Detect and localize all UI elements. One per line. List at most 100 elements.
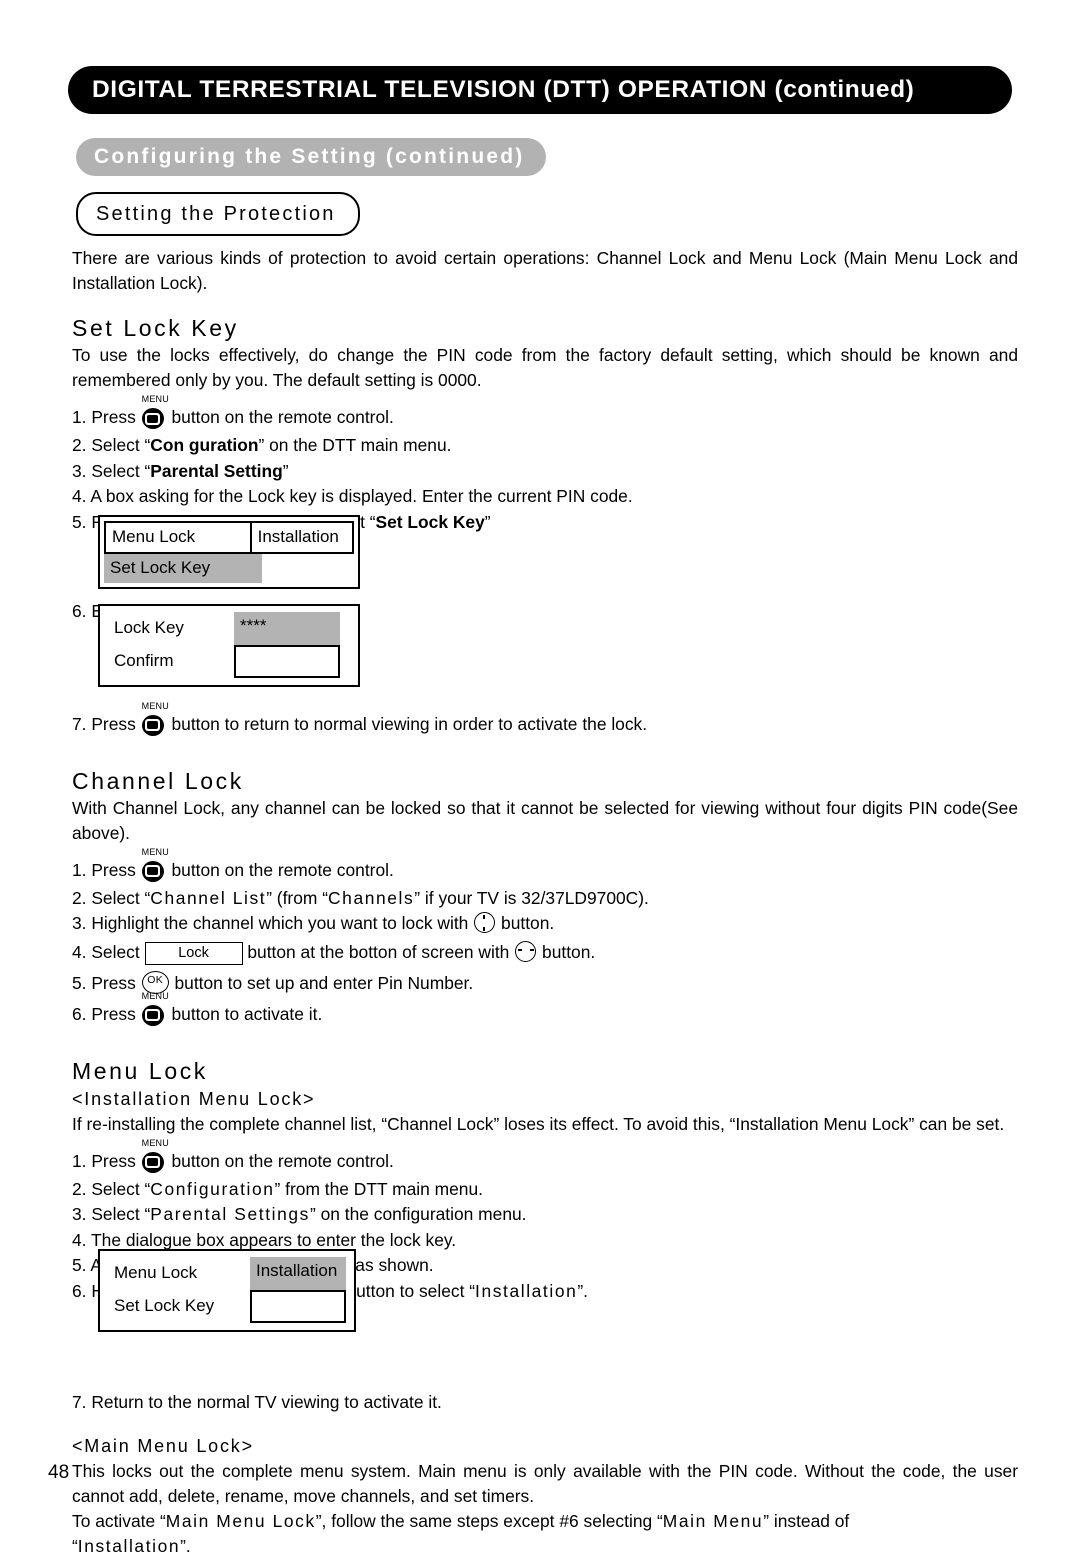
menu-icon-label: MENU <box>141 700 169 711</box>
section-title-banner: Configuring the Setting (continued) <box>76 138 547 176</box>
step-cl-4-pre: 4. Select <box>72 941 140 962</box>
dialog-field-confirm[interactable] <box>234 645 340 678</box>
heading-channel-lock: Channel Lock <box>72 767 244 794</box>
step-cl-5: 5. Press OK button to set up and enter P… <box>72 968 1018 999</box>
dialog-label-set-lock-key: Set Lock Key <box>114 1296 215 1315</box>
step-cl-2-pre: 2. Select “ <box>72 887 151 908</box>
step-slk-2-post: ” on the DTT main menu. <box>258 435 452 455</box>
menu-button-icon: MENU <box>141 395 169 429</box>
page-title-banner: DIGITAL TERRESTRIAL TELEVISION (DTT) OPE… <box>68 66 1012 114</box>
dialog-label-confirm: Confirm <box>114 651 174 670</box>
channel-lock-steps: 1. Press MENU button on the remote contr… <box>72 847 1018 1030</box>
step-slk-7: 7. Press MENU button to return to normal… <box>72 701 1018 740</box>
step-cl-4-mid: button at the botton of screen with <box>247 941 510 962</box>
intro-paragraph: There are various kinds of protection to… <box>72 248 1018 293</box>
dialog-cell-menu-lock-label[interactable]: Menu Lock <box>104 521 252 554</box>
menu-lock-intro: If re-installing the complete channel li… <box>72 1113 1005 1134</box>
page-title: DIGITAL TERRESTRIAL TELEVISION (DTT) OPE… <box>92 76 915 103</box>
menu-button-icon: MENU <box>141 1138 169 1173</box>
step-cl-6: 6. Press MENU button to activate it. <box>72 991 1018 1030</box>
step-slk-2-bold: Con guration <box>150 435 259 455</box>
step-ml-6-term-2: Installation <box>475 1280 578 1301</box>
step-cl-4: 4. Select Lock button at the botton of s… <box>72 937 1018 968</box>
step-ml-6-post: ”. <box>577 1280 588 1301</box>
dialog-set-lock-key: Menu Lock Installation Set Lock Key <box>98 515 360 589</box>
main-menu-lock-paragraph: This locks out the complete menu system.… <box>72 1460 1018 1506</box>
step-slk-5-bold: Set Lock Key <box>375 511 485 532</box>
step-cl-3-pre: 3. Highlight the channel which you want … <box>72 913 469 933</box>
step-slk-3-pre: 3. Select “ <box>72 460 151 481</box>
step-slk-3-bold: Parental Setting <box>150 460 283 481</box>
step-cl-1-post: button on the remote control. <box>171 859 394 880</box>
heading-menu-lock: Menu Lock <box>72 1057 208 1084</box>
dialog-menu-lock: Menu Lock Installation Set Lock Key <box>98 1249 356 1332</box>
step-slk-4: 4. A box asking for the Lock key is disp… <box>72 486 633 506</box>
dialog-label-menu-lock: Menu Lock <box>114 1263 198 1282</box>
dialog-cell-set-lock-key-label[interactable]: Set Lock Key <box>104 554 262 583</box>
step-ml-2-pre: 2. Select “ <box>72 1178 151 1199</box>
step-ml-2-post: ” from the DTT main menu. <box>274 1178 483 1199</box>
set-lock-key-intro: To use the locks effectively, do change … <box>72 345 1018 390</box>
step-ml-3-pre: 3. Select “ <box>72 1204 151 1224</box>
document-page: DIGITAL TERRESTRIAL TELEVISION (DTT) OPE… <box>0 0 1080 1556</box>
step-ml-2-term: Configuration <box>150 1178 275 1199</box>
step-cl-1: 1. Press MENU button on the remote contr… <box>72 847 1018 886</box>
step-ml-2: 2. Select “Configuration” from the DTT m… <box>72 1177 1018 1203</box>
dialog-cell-installation-value[interactable]: Installation <box>251 521 354 554</box>
section-title: Configuring the Setting (continued) <box>94 145 525 168</box>
main-menu-lock-activate-line-2: “Installation”. <box>72 1534 1018 1560</box>
dialog-row-set-lock-key: Set Lock Key <box>108 1290 348 1323</box>
left-right-arrow-icon <box>515 940 537 962</box>
step-ml-1-pre: 1. Press <box>72 1150 136 1171</box>
step-slk-7-post: button to return to normal viewing in or… <box>171 713 648 734</box>
menu-icon-label: MENU <box>141 846 169 857</box>
menu-button-icon: MENU <box>141 701 169 736</box>
step-ml-3: 3. Select “Parental Settings” on the con… <box>72 1202 1018 1228</box>
step-ml-3-term: Parental Settings <box>150 1204 310 1224</box>
ok-icon-label: OK <box>147 974 164 986</box>
dialog-row-confirm: Confirm <box>108 645 352 678</box>
step-cl-3: 3. Highlight the channel which you want … <box>72 911 1018 937</box>
step-slk-1-post: button on the remote control. <box>171 407 394 427</box>
subsection-title-banner: Setting the Protection <box>76 192 360 236</box>
dialog-field-installation[interactable]: Installation <box>250 1257 346 1290</box>
step-slk-2: 2. Select “Con guration” on the DTT main… <box>72 433 1018 459</box>
dialog-row-lock-key: Lock Key **** <box>108 612 352 645</box>
step-slk-7-pre: 7. Press <box>72 713 136 734</box>
menu-button-icon: MENU <box>141 991 169 1026</box>
dialog-label-lock-key: Lock Key <box>114 618 184 637</box>
step-slk-5-post: ” <box>484 511 491 532</box>
step-slk-1: 1. Press MENU button on the remote contr… <box>72 395 1018 433</box>
step-cl-5-post: button to set up and enter Pin Number. <box>174 972 474 993</box>
step-cl-2: 2. Select “Channel List” (from “Channels… <box>72 886 1018 912</box>
dialog-field-set-lock-key[interactable] <box>250 1290 346 1323</box>
page-number: 48 <box>48 1462 70 1483</box>
step-slk-1-pre: 1. Press <box>72 407 136 427</box>
step-cl-6-pre: 6. Press <box>72 1003 136 1024</box>
subsection-title: Setting the Protection <box>96 202 336 225</box>
subheading-main-menu-lock: <Main Menu Lock> <box>72 1435 254 1456</box>
step-cl-1-pre: 1. Press <box>72 859 136 880</box>
lock-button[interactable]: Lock <box>144 941 243 965</box>
dialog-row-set-lock-key: Set Lock Key <box>104 554 354 583</box>
step-cl-3-post: button. <box>501 913 555 933</box>
menu-icon-label: MENU <box>141 990 169 1001</box>
step-slk-3: 3. Select “Parental Setting” <box>72 459 1018 485</box>
step-slk-2-pre: 2. Select “ <box>72 435 151 455</box>
step-cl-2-post: ” if your TV is 32/37LD9700C). <box>414 887 649 908</box>
step-ml-1-post: button on the remote control. <box>171 1150 394 1171</box>
dialog-row-menu-lock: Menu Lock Installation <box>108 1257 348 1290</box>
dialog-lock-key: Lock Key **** Confirm <box>98 604 360 687</box>
dialog-row-menu-lock: Menu Lock Installation <box>104 521 354 554</box>
step-cl-2-mid: ” (from “ <box>266 887 329 908</box>
step-cl-2-term-2: Channels <box>328 887 415 908</box>
step-cl-5-pre: 5. Press <box>72 972 136 993</box>
mml-term-3: Installation <box>77 1536 181 1556</box>
step-cl-4-post: button. <box>542 941 596 962</box>
menu-icon-label: MENU <box>141 1137 169 1148</box>
step-slk-3-post: ” <box>282 460 289 481</box>
step-ml-1: 1. Press MENU button on the remote contr… <box>72 1138 1018 1177</box>
heading-set-lock-key: Set Lock Key <box>72 315 239 341</box>
dialog-field-lock-key[interactable]: **** <box>234 612 340 645</box>
menu-icon-label: MENU <box>141 394 169 404</box>
